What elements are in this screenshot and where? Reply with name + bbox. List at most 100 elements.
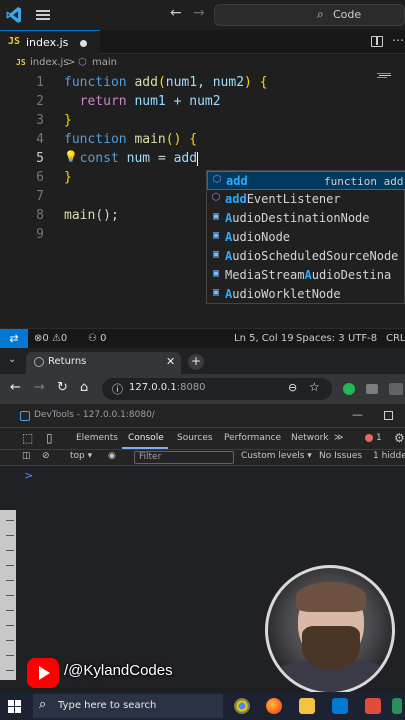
vscode-logo-icon[interactable] xyxy=(6,6,22,24)
console-toolbar: ◫ ⊘ top ▾ ◉ Filter Custom levels ▾ No Is… xyxy=(0,450,405,466)
site-info-icon[interactable]: ⓘ xyxy=(112,381,123,397)
youtube-logo-icon xyxy=(27,658,59,688)
taskbar-search-box[interactable]: ⌕ Type here to search xyxy=(33,694,223,718)
remote-window-button[interactable]: ⇄ xyxy=(0,329,28,349)
breadcrumb-separator: > xyxy=(67,57,76,68)
chrome-taskbar-icon[interactable] xyxy=(234,698,250,714)
devtools-title: DevTools - 127.0.0.1:8080/ xyxy=(34,410,155,420)
lightbulb-icon[interactable]: 💡 xyxy=(64,150,78,163)
minimize-icon[interactable]: — xyxy=(352,408,363,421)
error-badge-icon[interactable] xyxy=(365,434,373,442)
tab-elements[interactable]: Elements xyxy=(76,433,118,443)
line-number: 2 xyxy=(36,94,44,109)
console-filter-input[interactable]: Filter xyxy=(134,451,234,464)
vscode-taskbar-icon[interactable] xyxy=(332,698,348,714)
line-number: 6 xyxy=(36,170,44,185)
error-count[interactable]: 1 xyxy=(376,433,382,443)
devtools-window-title: DevTools - 127.0.0.1:8080/ — xyxy=(0,404,405,428)
tab-search-chevron-icon[interactable]: ⌄ xyxy=(8,354,16,365)
line-number: 9 xyxy=(36,227,44,242)
address-bar[interactable]: ⓘ 127.0.0.1:8080 ⊖ ☆ xyxy=(102,378,332,400)
sidebar-toggle-icon[interactable]: ◫ xyxy=(22,451,31,461)
firefox-taskbar-icon[interactable] xyxy=(266,698,282,714)
encoding-status[interactable]: UTF-8 xyxy=(348,333,377,344)
breadcrumb: JS index.js > ⬡ main xyxy=(0,55,405,73)
suggestion-label: AudioDestinationNode xyxy=(225,211,370,225)
function-name: main xyxy=(134,132,166,147)
tab-performance[interactable]: Performance xyxy=(224,433,281,443)
windows-start-icon[interactable] xyxy=(8,700,21,713)
clear-console-icon[interactable]: ⊘ xyxy=(42,451,50,461)
browser-tab[interactable]: Returns ✕ xyxy=(26,352,181,374)
issues-status[interactable]: No Issues xyxy=(319,451,362,461)
command-center-label: Code xyxy=(333,8,362,21)
browser-tab-title: Returns xyxy=(48,356,87,367)
code-line-3: } xyxy=(64,113,72,128)
suggestion-label: AudioNode xyxy=(225,230,291,244)
tab-network[interactable]: Network xyxy=(291,433,329,443)
browser-back-icon[interactable]: ← xyxy=(10,380,21,395)
problems-status[interactable]: ⊗0 ⚠0 xyxy=(34,333,67,344)
command-center-search[interactable]: ⌕ Code xyxy=(214,4,405,26)
params: num1, num2 xyxy=(165,75,245,90)
zoom-icon[interactable]: ⊖ xyxy=(288,381,297,394)
warning-icon: ⚠ xyxy=(51,333,61,344)
devtools-tab-bar: ⬚ ▯ Elements Console Sources Performance… xyxy=(0,428,405,450)
suggestion-item[interactable]: ▣ AudioNode xyxy=(207,228,405,247)
store-taskbar-icon[interactable] xyxy=(365,698,381,714)
split-editor-icon[interactable] xyxy=(371,36,383,47)
bookmark-star-icon[interactable]: ☆ xyxy=(309,380,320,394)
suggestion-item[interactable]: ▣ AudioWorkletNode xyxy=(207,285,405,304)
suggestion-item-selected[interactable]: ⬡ add function add xyxy=(207,171,405,190)
extension-icon[interactable] xyxy=(389,383,403,395)
log-levels-dropdown[interactable]: Custom levels ▾ xyxy=(241,451,312,461)
suggestion-item[interactable]: ⬡ addEventListener xyxy=(207,190,405,209)
method-icon: ⬡ xyxy=(211,192,221,203)
maximize-icon[interactable] xyxy=(384,411,393,420)
cursor-position[interactable]: Ln 5, Col 19 xyxy=(234,333,294,344)
indentation-status[interactable]: Spaces: 3 xyxy=(296,333,345,344)
suggestion-label: addEventListener xyxy=(225,192,341,206)
suggestion-item[interactable]: ▣ AudioDestinationNode xyxy=(207,209,405,228)
breadcrumb-symbol[interactable]: main xyxy=(92,57,117,68)
minimap[interactable] xyxy=(377,73,395,79)
browser-forward-icon[interactable]: → xyxy=(34,380,45,395)
live-expression-eye-icon[interactable]: ◉ xyxy=(108,451,116,461)
keyword: const xyxy=(79,151,119,166)
hamburger-menu-icon[interactable] xyxy=(36,8,50,22)
reload-icon[interactable]: ↻ xyxy=(57,380,68,395)
active-tab-indicator xyxy=(122,447,168,449)
context-selector[interactable]: top ▾ xyxy=(70,451,92,461)
suggestion-label: AudioScheduledSourceNode xyxy=(225,249,399,263)
line-number: 1 xyxy=(36,75,44,90)
file-explorer-taskbar-icon[interactable] xyxy=(299,698,315,714)
device-toolbar-icon[interactable]: ▯ xyxy=(46,431,53,445)
home-icon[interactable]: ⌂ xyxy=(80,380,88,395)
back-arrow-icon[interactable]: ← xyxy=(170,5,182,21)
more-tabs-icon[interactable]: ≫ xyxy=(334,433,343,443)
app-taskbar-icon[interactable] xyxy=(392,698,402,714)
extension-icon[interactable] xyxy=(366,384,378,394)
tab-console[interactable]: Console xyxy=(128,433,164,443)
vscode-title-bar: ← → ⌕ Code xyxy=(0,0,405,30)
autocomplete-suggestions[interactable]: ⬡ add function add ⬡ addEventListener ▣ … xyxy=(206,170,405,304)
javascript-file-icon: JS xyxy=(16,58,26,67)
forward-arrow-icon[interactable]: → xyxy=(193,5,205,21)
unsaved-dot-icon[interactable] xyxy=(80,40,87,47)
ports-status[interactable]: ⚇ 0 xyxy=(88,333,107,344)
eol-status[interactable]: CRLF xyxy=(386,333,405,344)
typed-text: add xyxy=(173,151,198,166)
more-actions-icon[interactable]: ⋯ xyxy=(392,33,404,47)
suggestion-item[interactable]: ▣ AudioScheduledSourceNode xyxy=(207,247,405,266)
tab-index-js[interactable]: JS index.js xyxy=(0,30,100,54)
new-tab-button[interactable]: + xyxy=(188,354,204,370)
close-tab-icon[interactable]: ✕ xyxy=(166,355,175,368)
suggestion-item[interactable]: ▣ MediaStreamAudioDestina xyxy=(207,266,405,285)
settings-gear-icon[interactable]: ⚙ xyxy=(394,431,405,445)
console-prompt[interactable]: > xyxy=(24,469,33,482)
extension-icon[interactable] xyxy=(343,383,355,395)
breadcrumb-file[interactable]: index.js xyxy=(30,57,69,68)
tab-sources[interactable]: Sources xyxy=(177,433,213,443)
field-icon: ▣ xyxy=(212,249,220,260)
inspect-element-icon[interactable]: ⬚ xyxy=(22,431,33,445)
